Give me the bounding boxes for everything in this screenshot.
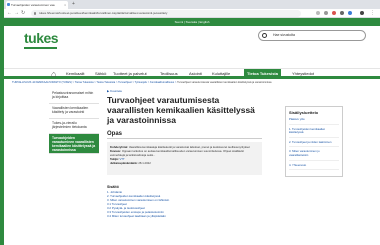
contents-sidebar: Sisällysluettelo Pääsivu ylös 1. Turvaoh…	[285, 106, 343, 178]
toc-link[interactable]: 3.4 Miten turvaohjeet laaditaan ja ylläp…	[107, 214, 262, 218]
breadcrumb-current: Turvaohjeet varautumisesta vaarallisten …	[177, 81, 272, 84]
extension-icon[interactable]	[316, 11, 320, 15]
section-heading: Opas	[107, 131, 262, 139]
nav-item-yhteystiedot[interactable]: Yhteystiedot	[292, 69, 314, 79]
menu-icon[interactable]: ⋮	[370, 10, 375, 17]
forward-icon[interactable]: →	[14, 10, 19, 17]
reload-icon[interactable]: ↻	[21, 10, 25, 17]
breadcrumb-root[interactable]: TURVALLISUUS JA KEMIKAALIVIRASTO (TUKES)…	[12, 81, 75, 84]
sidebar-item-active[interactable]: Turvaohjeiden varautuminen vaarallisten …	[49, 134, 99, 154]
nav-item-kuluttajille[interactable]: Kuluttajille	[212, 69, 230, 79]
search-input[interactable]: Hae sivustolta	[258, 30, 366, 41]
contents-sidebar-link[interactable]: 4. Yhteenveto	[289, 163, 339, 171]
browser-tab-bar: Turvaohjeiden varautuminen vaa × +	[4, 0, 380, 9]
listen-button[interactable]: ▶ Kuuntele	[107, 89, 262, 93]
site-header: tukes Hae sivustolta	[4, 26, 380, 68]
info-label: Julkaisupäivämäärä:	[110, 161, 138, 165]
home-icon[interactable]: ⌂	[51, 69, 56, 79]
browser-tab[interactable]: Turvaohjeiden varautuminen vaa ×	[6, 1, 68, 9]
publication-info: Kohderyhmä: Vaarallisia kemikaaleja käsi…	[107, 142, 262, 175]
info-line: Julkaisupäivämäärä: 28.1.2022	[110, 161, 259, 165]
extension-icon[interactable]	[340, 11, 344, 15]
nav-item-asiointi[interactable]: Asiointi	[189, 69, 202, 79]
contents-sidebar-link[interactable]: 2. Turvaohjeet ja niiden laatiminen	[289, 140, 339, 148]
nav-item-teollisuus[interactable]: Teollisuus	[160, 69, 178, 79]
contents-sidebar-link[interactable]: 1. Turvaohjeiden kemikaalien käsittelyss…	[289, 127, 339, 138]
nav-item-tuotteet[interactable]: Tuotteet ja palvelut	[113, 69, 147, 79]
url-text: tukes.fi/teemat/tuotteet-ja-laitteet/kem…	[39, 11, 168, 15]
close-tab-icon[interactable]: ×	[64, 1, 66, 9]
contents-sidebar-link[interactable]: 3. Miten varautuminen jo vaaratilanteisi…	[289, 150, 339, 161]
contents-heading: Sisältö	[107, 185, 119, 189]
search-icon[interactable]	[262, 33, 267, 38]
sidebar-item[interactable]: Vaarallisten kemikaalien käsittely ja va…	[49, 104, 99, 119]
sidebar-item[interactable]: Pelastusviranomaiset mihin ja kirjoittaa	[49, 89, 99, 104]
star-icon[interactable]	[324, 11, 328, 15]
main-navigation: ⌂ Kemikaalit Sähkö Tuotteet ja palvelut …	[4, 68, 380, 79]
back-icon[interactable]: ←	[7, 10, 12, 17]
sidebar: Pelastusviranomaiset mihin ja kirjoittaa…	[49, 89, 99, 154]
table-of-contents: Sisältö 1. Johdanto 2. Turvaohjeiden kem…	[107, 185, 262, 218]
profile-avatar[interactable]	[360, 11, 364, 15]
extension-icon[interactable]	[348, 11, 352, 15]
language-bar[interactable]: Suomi | Svenska | English	[4, 18, 380, 26]
nav-item-kemikaalit[interactable]: Kemikaalit	[66, 69, 84, 79]
breadcrumb: TURVALLISUUS JA KEMIKAALIVIRASTO (TUKES)…	[12, 81, 372, 84]
page-title: Turvaohjeet varautumisesta vaarallisten …	[107, 95, 255, 125]
breadcrumb-links[interactable]: Tietoa Tukesista > Tietoa Tukesista > Tu…	[75, 81, 177, 84]
logo-underline	[24, 47, 57, 49]
browser-toolbar: ← → ↻ tukes.fi/teemat/tuotteet-ja-laitte…	[4, 9, 380, 18]
new-tab-icon[interactable]: +	[72, 1, 75, 8]
contents-sidebar-link[interactable]: Pääsivu ylös	[289, 117, 339, 125]
info-value: 28.1.2022	[138, 161, 151, 165]
browser-window: { "browser": { "tab_title": "Turvaohjeid…	[0, 0, 380, 245]
site-logo[interactable]: tukes	[24, 30, 59, 46]
extension-icon[interactable]	[332, 11, 336, 15]
nav-item-sahko[interactable]: Sähkö	[95, 69, 106, 79]
info-line: Kuvaus: Oppaan tarkoitus on auttaa kemik…	[110, 149, 259, 157]
info-value: Oppaan tarkoitus on auttaa kemikaaliturv…	[110, 149, 244, 157]
favicon-icon	[7, 3, 10, 6]
lock-icon	[34, 12, 36, 15]
tab-title: Turvaohjeiden varautuminen vaa	[11, 3, 55, 7]
contents-sidebar-heading: Sisällysluettelo	[289, 110, 319, 115]
nav-item-tietoa-tukesista[interactable]: Tietoa Tukesista	[244, 69, 281, 79]
main-content: ▶ Kuuntele Turvaohjeet varautumisesta va…	[107, 89, 262, 218]
address-bar[interactable]: tukes.fi/teemat/tuotteet-ja-laitteet/kem…	[31, 10, 301, 17]
search-placeholder: Hae sivustolta	[273, 33, 295, 37]
sidebar-item[interactable]: Tukes-ja-vierailu järjestelmien tietokan…	[49, 119, 99, 134]
